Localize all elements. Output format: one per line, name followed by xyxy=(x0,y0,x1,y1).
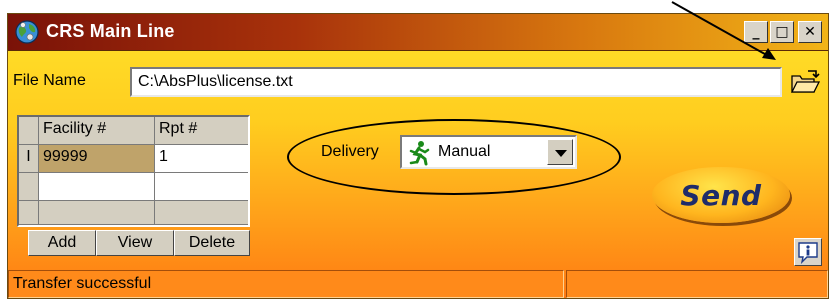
status-message: Transfer successful xyxy=(8,270,564,298)
file-name-input[interactable]: C:\AbsPlus\license.txt xyxy=(130,67,782,97)
open-folder-icon[interactable] xyxy=(788,66,822,98)
grid-corner xyxy=(19,117,39,145)
empty-cell xyxy=(155,201,248,225)
empty-cell xyxy=(39,201,155,225)
delivery-value: Manual xyxy=(438,143,491,160)
delivery-label: Delivery xyxy=(321,143,379,160)
globe-icon xyxy=(15,20,39,44)
info-icon xyxy=(798,242,818,265)
status-secondary-pane xyxy=(566,270,828,298)
close-icon: ✕ xyxy=(804,24,816,40)
send-button[interactable]: Send xyxy=(652,167,790,223)
minimize-button[interactable]: _ xyxy=(744,21,768,43)
facility-cell[interactable] xyxy=(39,173,155,201)
chevron-down-icon[interactable] xyxy=(547,139,573,165)
info-button[interactable] xyxy=(794,238,822,266)
running-man-icon xyxy=(409,141,430,166)
close-button[interactable]: ✕ xyxy=(798,21,822,43)
delete-button[interactable]: Delete xyxy=(174,230,250,256)
row-indicator xyxy=(19,201,39,225)
status-bar: Transfer successful xyxy=(8,270,828,298)
column-header-facility[interactable]: Facility # xyxy=(39,117,155,145)
grid-header-row: Facility # Rpt # xyxy=(19,117,248,145)
send-label: Send xyxy=(680,178,762,212)
add-button[interactable]: Add xyxy=(28,230,96,256)
view-button[interactable]: View xyxy=(96,230,174,256)
maximize-icon: □ xyxy=(775,24,789,40)
table-row[interactable] xyxy=(19,173,248,201)
row-indicator xyxy=(19,173,39,201)
crs-main-window: CRS Main Line _ □ ✕ File Name C:\AbsPlus… xyxy=(7,13,829,299)
facility-grid: Facility # Rpt # I 99999 1 xyxy=(17,115,250,227)
column-header-rpt[interactable]: Rpt # xyxy=(155,117,248,145)
rpt-cell[interactable] xyxy=(155,173,248,201)
rpt-cell[interactable]: 1 xyxy=(155,145,248,173)
facility-cell[interactable]: 99999 xyxy=(39,145,155,173)
grid-empty-area xyxy=(19,201,248,225)
row-indicator: I xyxy=(19,145,39,173)
maximize-button[interactable]: □ xyxy=(770,21,794,43)
minimize-icon: _ xyxy=(752,24,760,40)
file-name-label: File Name xyxy=(13,72,86,89)
delivery-select[interactable]: Manual xyxy=(400,135,577,169)
table-row[interactable]: I 99999 1 xyxy=(19,145,248,173)
window-title: CRS Main Line xyxy=(46,21,175,41)
title-bar[interactable]: CRS Main Line _ □ ✕ xyxy=(8,14,828,51)
